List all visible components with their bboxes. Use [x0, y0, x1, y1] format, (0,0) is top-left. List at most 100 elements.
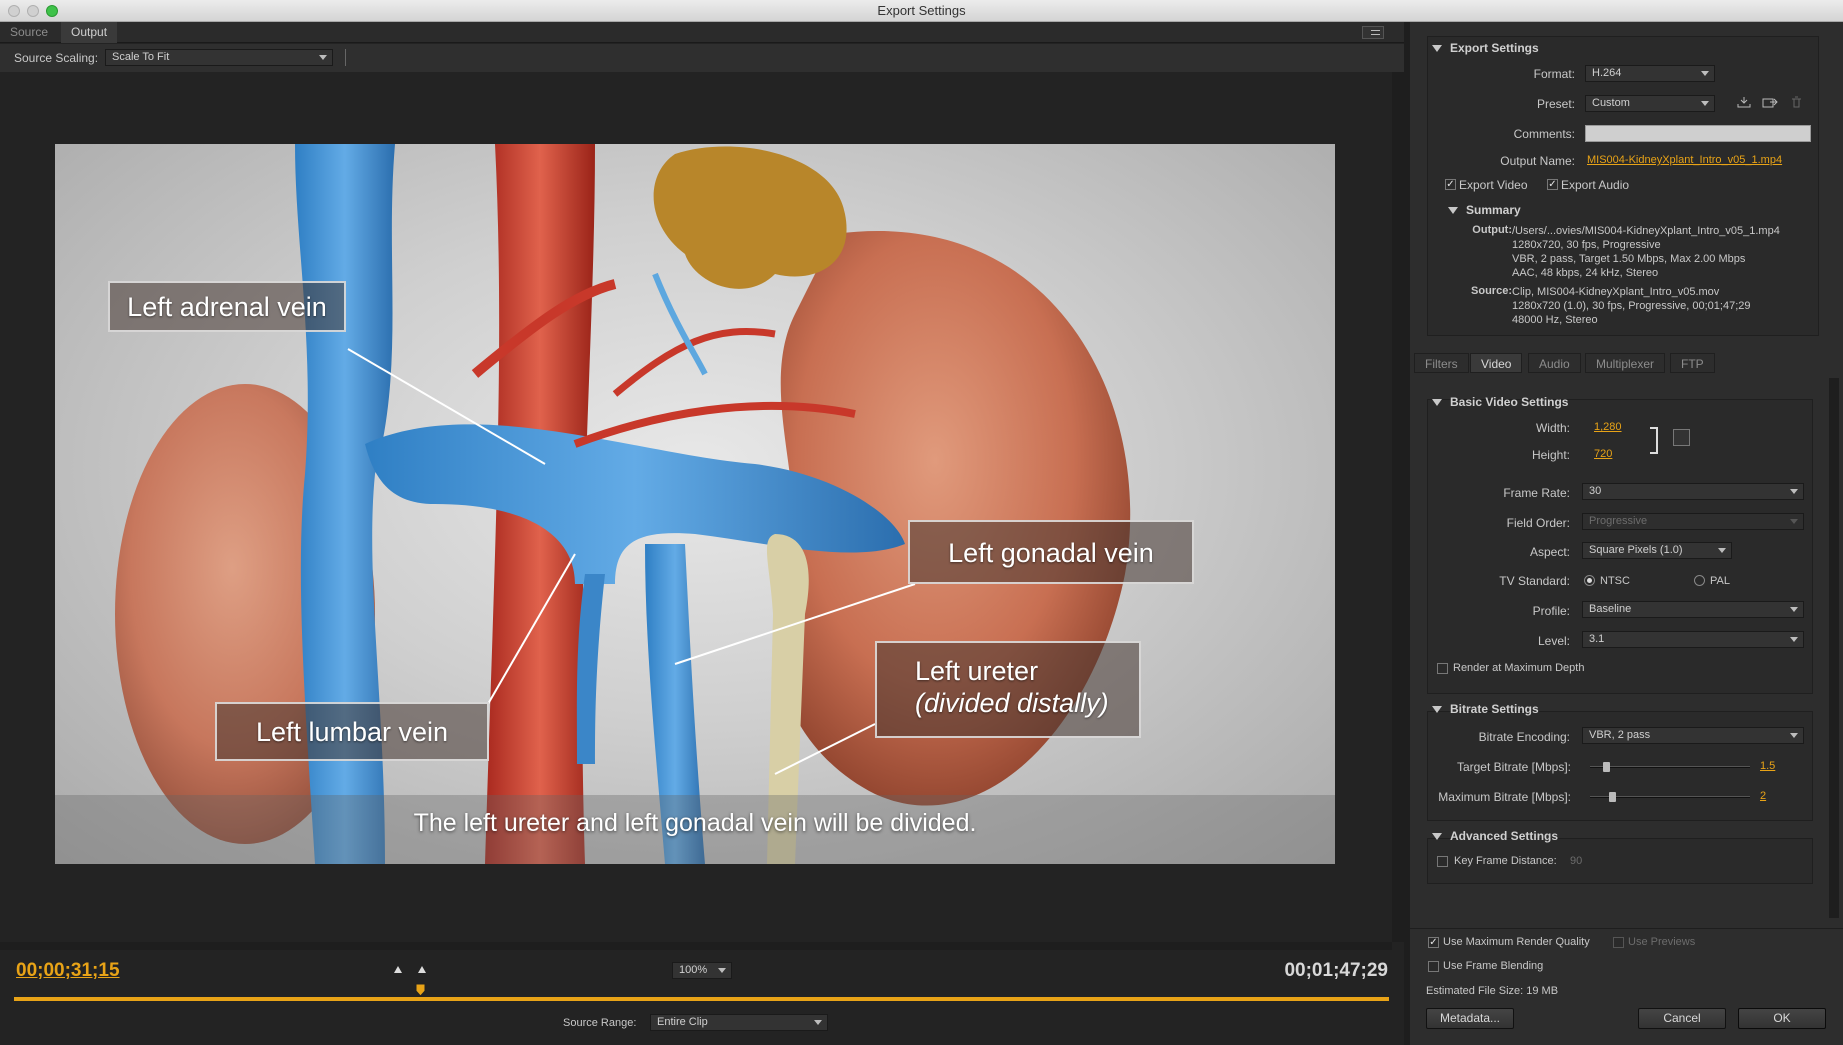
settings-vertical-scrollbar[interactable] [1829, 378, 1839, 918]
height-value[interactable]: 720 [1594, 448, 1612, 460]
tab-video[interactable]: Video [1470, 353, 1523, 373]
set-out-point-icon[interactable] [418, 966, 426, 973]
duration-timecode: 00;01;47;29 [1284, 960, 1388, 981]
profile-value: Baseline [1589, 603, 1632, 615]
source-scaling-dropdown[interactable]: Scale To Fit [105, 49, 333, 66]
export-audio-label: Export Audio [1561, 178, 1630, 192]
preset-dropdown[interactable]: Custom [1585, 95, 1715, 112]
export-settings-header[interactable]: Export Settings [1432, 41, 1539, 55]
tab-ftp[interactable]: FTP [1670, 353, 1715, 373]
source-scaling-value: Scale To Fit [112, 51, 170, 63]
playhead-handle[interactable] [415, 983, 426, 997]
frame-rate-label: Frame Rate: [1503, 486, 1570, 500]
summary-source-line: 48000 Hz, Stereo [1512, 314, 1598, 326]
use-previews-label: Use Previews [1628, 936, 1696, 948]
metadata-button[interactable]: Metadata... [1426, 1008, 1514, 1029]
export-video-checkbox[interactable]: ✓ [1445, 179, 1456, 190]
source-scaling-row: Source Scaling: Scale To Fit [0, 44, 1404, 72]
key-frame-distance-checkbox[interactable] [1437, 856, 1448, 867]
tv-ntsc-label: NTSC [1600, 575, 1630, 587]
bitrate-settings-header[interactable]: Bitrate Settings [1432, 702, 1539, 716]
chevron-down-icon [718, 968, 726, 973]
zoom-dropdown[interactable]: 100% [672, 962, 732, 979]
bitrate-encoding-value: VBR, 2 pass [1589, 729, 1651, 741]
disclosure-triangle-icon [1432, 399, 1442, 407]
estimated-file-size-label: Estimated File Size: [1426, 985, 1524, 997]
source-range-label: Source Range: [563, 1017, 637, 1029]
field-order-dropdown[interactable]: Progressive [1582, 513, 1804, 530]
current-timecode[interactable]: 00;00;31;15 [16, 960, 120, 982]
window-title-bar: Export Settings [0, 0, 1843, 22]
max-bitrate-slider[interactable] [1590, 792, 1750, 802]
level-label: Level: [1537, 634, 1570, 648]
tab-filters[interactable]: Filters [1414, 353, 1469, 373]
target-bitrate-slider-knob[interactable] [1602, 762, 1610, 772]
max-bitrate-value[interactable]: 2 [1760, 790, 1766, 802]
tv-ntsc-radio[interactable] [1584, 575, 1595, 586]
ok-button[interactable]: OK [1738, 1008, 1826, 1029]
set-in-point-icon[interactable] [394, 966, 402, 973]
max-bitrate-slider-knob[interactable] [1609, 792, 1617, 802]
advanced-settings-header[interactable]: Advanced Settings [1432, 829, 1558, 843]
field-order-value: Progressive [1589, 515, 1648, 527]
disclosure-triangle-icon [1432, 833, 1442, 841]
export-audio-checkbox[interactable]: ✓ [1547, 179, 1558, 190]
chevron-down-icon [319, 55, 327, 60]
summary-output-lines: /Users/...ovies/MIS004-KidneyXplant_Intr… [1512, 224, 1780, 280]
key-frame-distance-value[interactable]: 90 [1570, 855, 1582, 867]
callout-left-ureter-line2: (divided distally) [915, 688, 1109, 718]
output-name-link[interactable]: MIS004-KidneyXplant_Intro_v05_1.mp4 [1587, 154, 1782, 166]
import-preset-icon[interactable] [1762, 96, 1778, 108]
comments-field[interactable] [1585, 125, 1811, 142]
estimated-file-size-value: 19 MB [1526, 985, 1559, 997]
preview-horizontal-scrollbar[interactable] [0, 942, 1392, 950]
max-bitrate-label: Maximum Bitrate [Mbps]: [1438, 790, 1571, 804]
source-range-dropdown[interactable]: Entire Clip [650, 1014, 828, 1031]
render-max-depth-checkbox[interactable] [1437, 663, 1448, 674]
callout-left-ureter: Left ureter (divided distally) [875, 641, 1141, 738]
target-bitrate-slider[interactable] [1590, 762, 1750, 772]
height-label: Height: [1531, 448, 1570, 462]
summary-output-label: Output: [1472, 224, 1512, 236]
summary-output-line: AAC, 48 kbps, 24 kHz, Stereo [1512, 267, 1659, 279]
summary-header[interactable]: Summary [1448, 203, 1521, 217]
preview-tab-bar: Source Output [0, 22, 1404, 43]
aspect-dropdown[interactable]: Square Pixels (1.0) [1582, 542, 1732, 559]
format-dropdown[interactable]: H.264 [1585, 65, 1715, 82]
width-label: Width: [1535, 421, 1570, 435]
tab-source[interactable]: Source [0, 22, 58, 43]
chevron-down-icon [1701, 71, 1709, 76]
disclosure-triangle-icon [1432, 45, 1442, 53]
chevron-down-icon [1790, 733, 1798, 738]
tab-multiplexer[interactable]: Multiplexer [1585, 353, 1666, 373]
summary-source-line: 1280x720 (1.0), 30 fps, Progressive, 00;… [1512, 300, 1751, 312]
timeline-scrub-bar[interactable] [14, 997, 1389, 1001]
tab-output[interactable]: Output [61, 22, 118, 43]
tab-audio[interactable]: Audio [1528, 353, 1581, 373]
basic-video-settings-header[interactable]: Basic Video Settings [1432, 395, 1568, 409]
profile-dropdown[interactable]: Baseline [1582, 601, 1804, 618]
bitrate-encoding-dropdown[interactable]: VBR, 2 pass [1582, 727, 1804, 744]
delete-preset-icon[interactable] [1791, 96, 1802, 108]
width-value[interactable]: 1,280 [1594, 421, 1622, 433]
summary-source-label: Source: [1471, 285, 1512, 297]
tv-pal-radio[interactable] [1694, 575, 1705, 586]
panel-menu-button[interactable] [1362, 26, 1384, 39]
source-scaling-label: Source Scaling: [14, 51, 99, 65]
max-render-quality-checkbox[interactable]: ✓ [1428, 937, 1439, 948]
target-bitrate-value[interactable]: 1.5 [1760, 760, 1775, 772]
preview-vertical-scrollbar[interactable] [1392, 72, 1404, 942]
summary-source-line: Clip, MIS004-KidneyXplant_Intro_v05.mov [1512, 286, 1720, 298]
use-previews-checkbox[interactable] [1613, 937, 1624, 948]
frame-blending-checkbox[interactable] [1428, 961, 1439, 972]
level-dropdown[interactable]: 3.1 [1582, 631, 1804, 648]
save-preset-icon[interactable] [1737, 96, 1751, 108]
constrain-proportions-toggle[interactable] [1673, 429, 1690, 446]
export-video-label: Export Video [1459, 178, 1528, 192]
estimated-file-size: Estimated File Size: 19 MB [1426, 985, 1558, 997]
cancel-button[interactable]: Cancel [1638, 1008, 1726, 1029]
panel-menu-icon [1371, 30, 1380, 35]
frame-rate-dropdown[interactable]: 30 [1582, 483, 1804, 500]
summary-source-lines: Clip, MIS004-KidneyXplant_Intro_v05.mov … [1512, 285, 1751, 327]
format-label: Format: [1533, 67, 1575, 81]
